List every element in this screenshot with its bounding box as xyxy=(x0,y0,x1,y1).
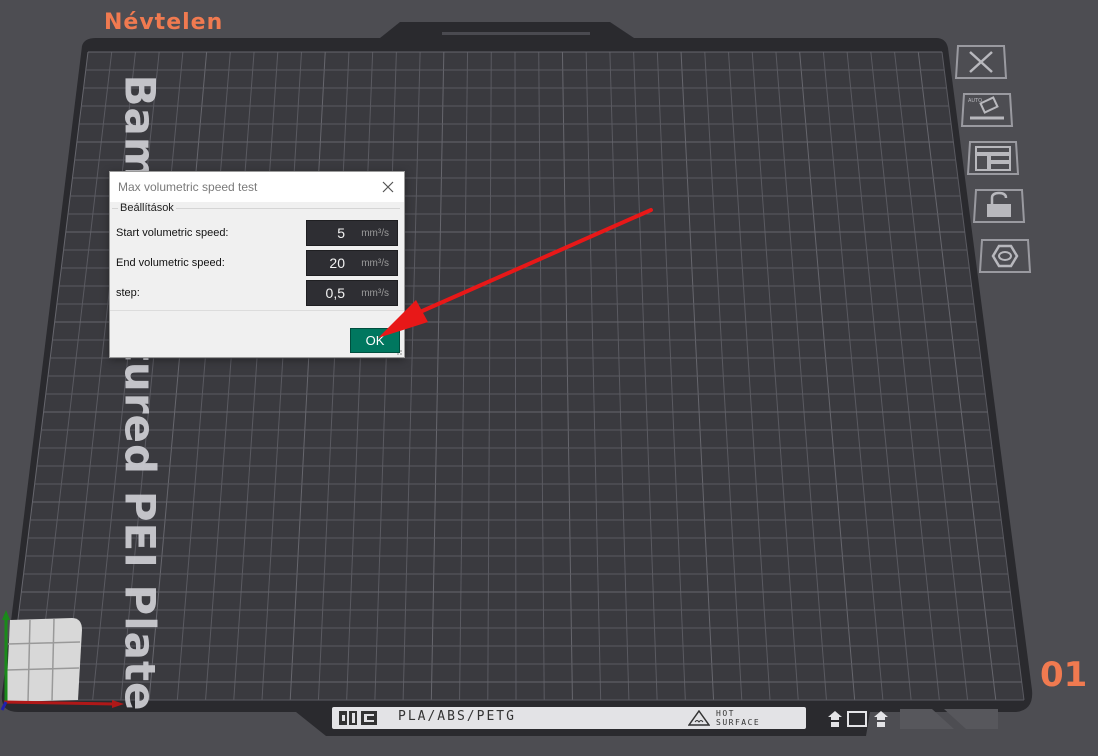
start-speed-unit: mm³/s xyxy=(361,228,389,239)
resize-grip-icon[interactable] xyxy=(395,348,403,356)
plate-orientation-icons xyxy=(828,711,888,727)
step-value: 0,5 xyxy=(325,285,345,301)
plate-bottom-tabs xyxy=(900,709,998,729)
dialog-divider xyxy=(110,310,404,311)
build-plate-scene xyxy=(1,22,1033,736)
start-speed-value: 5 xyxy=(337,225,345,241)
end-speed-unit: mm³/s xyxy=(361,258,389,269)
dialog-title: Max volumetric speed test xyxy=(118,180,258,194)
step-input[interactable]: 0,5 mm³/s xyxy=(306,280,398,306)
step-unit: mm³/s xyxy=(361,288,389,299)
bambu-logo-icon xyxy=(339,711,377,725)
lock-icon[interactable] xyxy=(972,188,1026,224)
close-icon[interactable] xyxy=(954,44,1008,80)
plate-toolbar: AUTO xyxy=(954,44,1044,284)
warning-icon xyxy=(688,710,710,726)
close-icon[interactable] xyxy=(378,177,398,197)
end-speed-label: End volumetric speed: xyxy=(116,257,225,269)
material-list: PLA/ABS/PETG xyxy=(398,709,516,724)
plate-index: 01 xyxy=(1040,655,1088,695)
hot-text-line2: SURFACE xyxy=(716,718,761,727)
end-speed-value: 20 xyxy=(329,255,345,271)
plate-label-strip: PLA/ABS/PETG HOT SURFACE xyxy=(332,707,806,729)
start-speed-label: Start volumetric speed: xyxy=(116,227,229,239)
end-speed-input[interactable]: 20 mm³/s xyxy=(306,250,398,276)
auto-orient-icon[interactable]: AUTO xyxy=(960,92,1014,128)
hot-surface-warning: HOT SURFACE xyxy=(688,709,800,727)
max-volumetric-speed-dialog: Max volumetric speed test Beállítások St… xyxy=(109,171,405,358)
arrange-icon[interactable] xyxy=(966,140,1020,176)
plate-settings-icon[interactable] xyxy=(978,238,1032,274)
start-speed-input[interactable]: 5 mm³/s xyxy=(306,220,398,246)
plate-name[interactable]: Névtelen xyxy=(104,10,223,35)
ok-button[interactable]: OK xyxy=(350,328,400,353)
settings-group-label: Beállítások xyxy=(118,202,176,214)
step-label: step: xyxy=(116,287,140,299)
dialog-titlebar[interactable]: Max volumetric speed test xyxy=(110,172,404,202)
view-gizmo[interactable] xyxy=(0,606,130,716)
hot-text-line1: HOT xyxy=(716,709,735,718)
